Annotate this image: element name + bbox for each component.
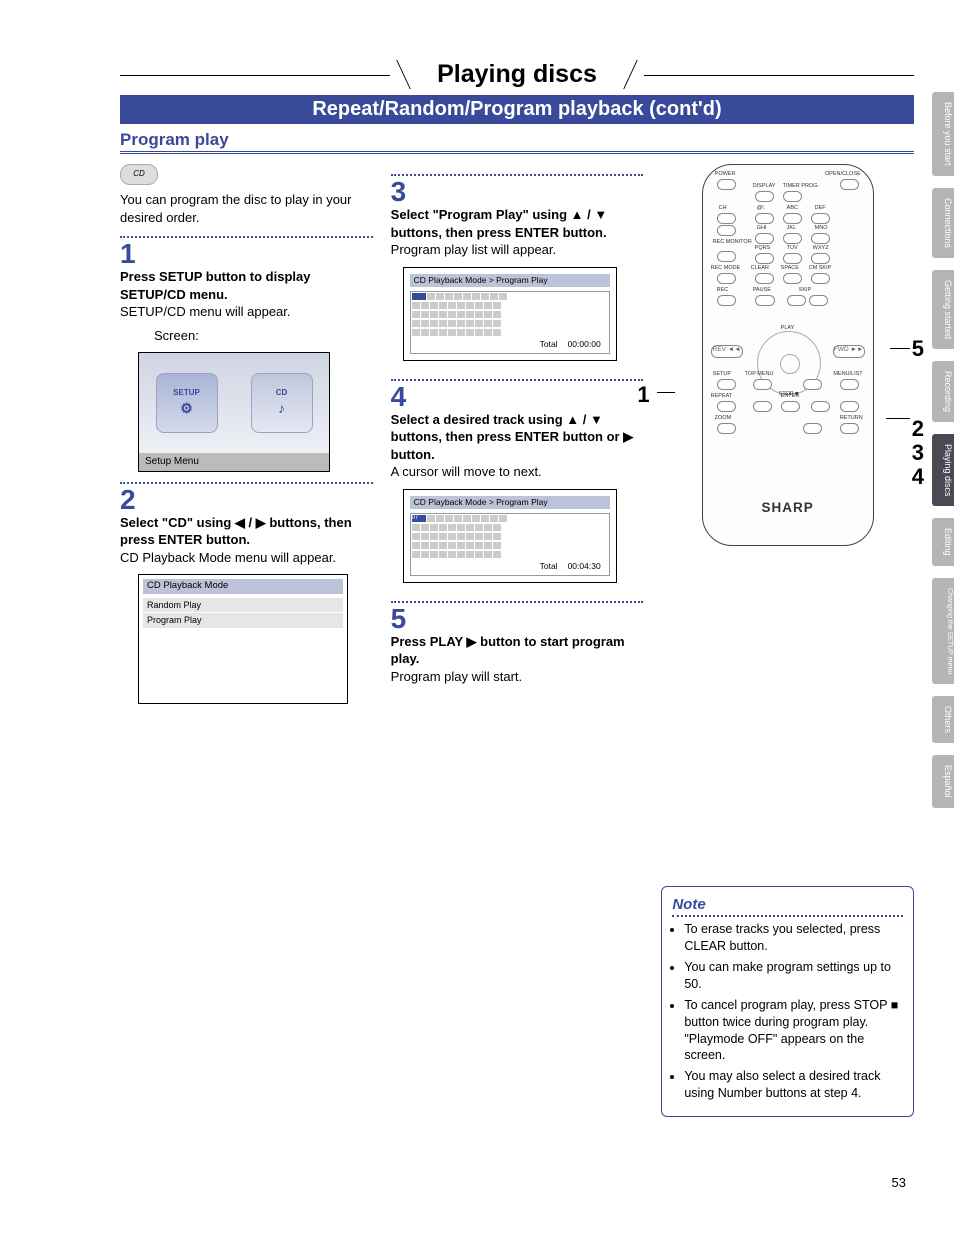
step-number-4: 4 [391,383,644,411]
step-2-body: CD Playback Mode menu will appear. [120,549,373,567]
tab-before-you-start[interactable]: Before you start [932,92,954,176]
step-number-2: 2 [120,486,373,514]
note-item: You can make program settings up to 50. [684,959,903,993]
tab-getting-started[interactable]: Getting started [932,270,954,349]
step-2-instruction: Select "CD" using ◀ / ▶ buttons, then pr… [120,514,373,549]
callout-1: 1 [637,380,649,410]
step-1-instruction: Press SETUP button to display SETUP/CD m… [120,268,373,303]
disc-type-badge: CD [120,164,158,185]
note-box: Note To erase tracks you selected, press… [661,886,914,1117]
callout-5: 5 [912,334,924,364]
note-item: You may also select a desired track usin… [684,1068,903,1102]
tab-connections[interactable]: Connections [932,188,954,258]
tab-editing[interactable]: Editing [932,518,954,566]
step-4-instruction: Select a desired track using ▲ / ▼ butto… [391,411,644,464]
step-4-body: A cursor will move to next. [391,463,644,481]
column-3: POWER OPEN/CLOSE DISPLAY TIMER PROG. @!.… [661,164,914,1117]
remote-brand: SHARP [703,499,873,517]
step-number-5: 5 [391,605,644,633]
menu-item-program: Program Play [143,613,343,627]
step-1-body: SETUP/CD menu will appear. [120,303,373,321]
tab-espanol[interactable]: Español [932,755,954,808]
note-item: To cancel program play, press STOP ■ but… [684,997,903,1065]
menu-item-random: Random Play [143,598,343,612]
page-number: 53 [892,1175,906,1190]
remote-control-diagram: POWER OPEN/CLOSE DISPLAY TIMER PROG. @!.… [702,164,874,546]
note-title: Note [672,895,903,915]
screen-caption: Setup Menu [139,453,329,471]
intro-text: You can program the disc to play in your… [120,191,373,226]
step-3-instruction: Select "Program Play" using ▲ / ▼ button… [391,206,644,241]
setup-screen-preview: SETUP⚙ CD♪ [139,353,329,453]
note-item: To erase tracks you selected, press CLEA… [684,921,903,955]
subsection-heading: Program play [120,130,914,154]
program-play-screen-b: CD Playback Mode > Program Play 07 Total… [403,489,617,583]
side-tabs: Before you start Connections Getting sta… [932,92,954,808]
tab-recording[interactable]: Recording [932,361,954,422]
tab-playing-discs[interactable]: Playing discs [932,434,954,507]
column-2: 3 Select "Program Play" using ▲ / ▼ butt… [391,164,644,1117]
screen-label: Screen: [154,327,373,345]
step-number-3: 3 [391,178,644,206]
step-number-1: 1 [120,240,373,268]
cd-playback-mode-menu: CD Playback Mode Random Play Program Pla… [138,574,348,704]
step-3-body: Program play list will appear. [391,241,644,259]
menu-title: CD Playback Mode [143,579,343,594]
program-play-screen-a: CD Playback Mode > Program Play Total00:… [403,267,617,361]
chapter-title: Playing discs [120,60,914,89]
step-5-body: Program play will start. [391,668,644,686]
step-5-instruction: Press PLAY ▶ button to start program pla… [391,633,644,668]
section-band: Repeat/Random/Program playback (cont'd) [120,95,914,124]
note-list: To erase tracks you selected, press CLEA… [672,921,903,1102]
column-1: CD You can program the disc to play in y… [120,164,373,1117]
tab-setup-menu[interactable]: Changing the SETUP menu [932,578,954,684]
callout-4: 4 [912,462,924,492]
tab-others[interactable]: Others [932,696,954,743]
